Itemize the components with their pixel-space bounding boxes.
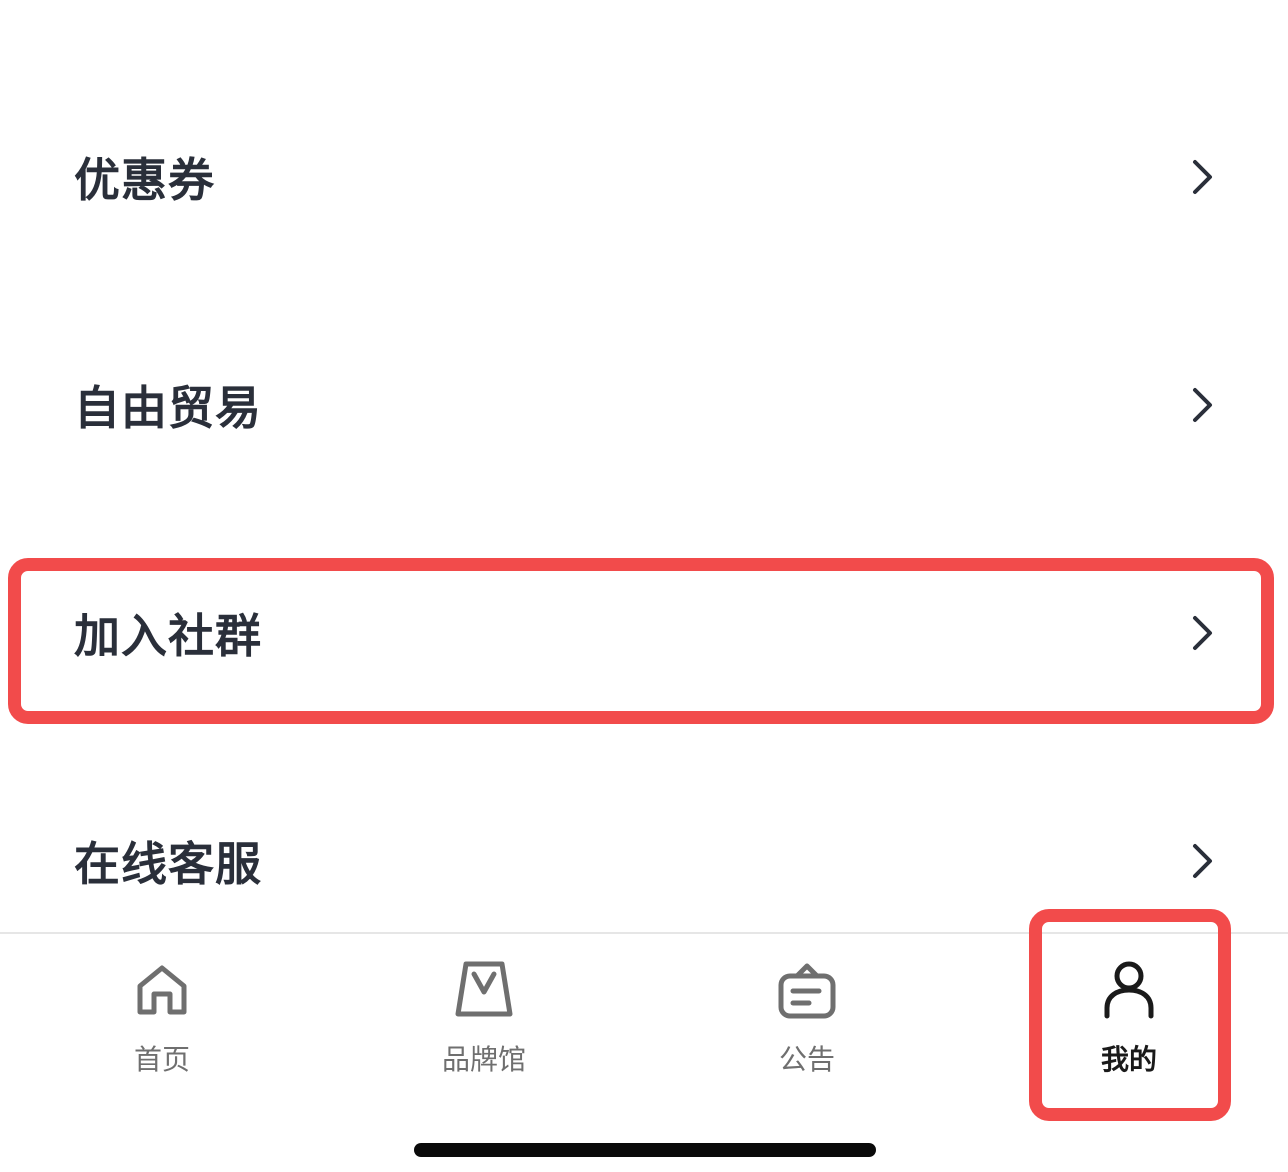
menu-item-label: 自由贸易 xyxy=(74,381,262,435)
menu-item-coupons[interactable]: 优惠券 xyxy=(0,102,1288,252)
home-icon xyxy=(130,958,194,1022)
menu-item-label: 加入社群 xyxy=(74,609,262,663)
chevron-right-icon xyxy=(1186,157,1218,197)
tab-mine[interactable]: 我的 xyxy=(1029,934,1229,1094)
menu-item-label: 优惠券 xyxy=(74,153,215,207)
chevron-right-icon xyxy=(1186,613,1218,653)
shopping-bag-icon xyxy=(452,958,516,1022)
menu-item-free-trade[interactable]: 自由贸易 xyxy=(0,330,1288,480)
menu-item-customer-service[interactable]: 在线客服 xyxy=(0,786,1288,936)
tab-home[interactable]: 首页 xyxy=(62,934,262,1094)
bottom-tab-bar: 首页 品牌馆 公告 我的 xyxy=(0,932,1288,1172)
menu-item-label: 在线客服 xyxy=(74,837,262,891)
menu-item-join-community[interactable]: 加入社群 xyxy=(0,558,1288,708)
person-icon xyxy=(1097,958,1161,1022)
tab-label: 公告 xyxy=(778,1043,835,1076)
home-indicator xyxy=(414,1143,876,1157)
chevron-right-icon xyxy=(1186,841,1218,881)
tab-announcements[interactable]: 公告 xyxy=(707,934,907,1094)
tab-label: 首页 xyxy=(133,1043,190,1076)
tab-label: 品牌馆 xyxy=(441,1043,526,1076)
menu-list: 优惠券 自由贸易 加入社群 在线客服 xyxy=(0,0,1288,932)
notice-board-icon xyxy=(775,958,839,1022)
tab-brand-hall[interactable]: 品牌馆 xyxy=(384,934,584,1094)
tab-label: 我的 xyxy=(1100,1043,1157,1076)
chevron-right-icon xyxy=(1186,385,1218,425)
